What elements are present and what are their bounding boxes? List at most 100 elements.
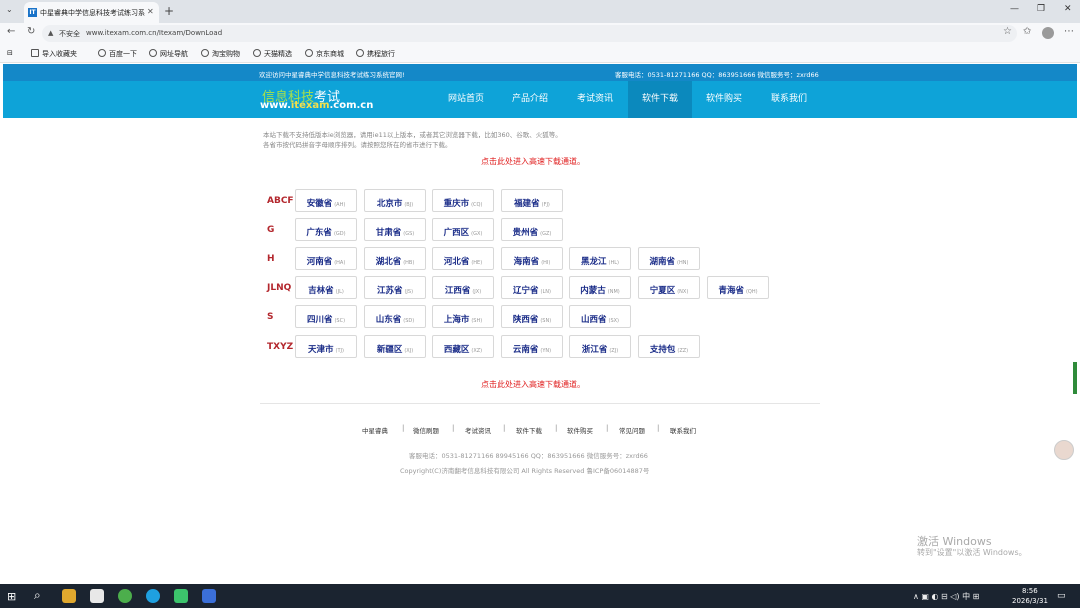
start-icon[interactable]: ⊞ (7, 590, 16, 603)
favorite-item[interactable]: 淘宝购物 (201, 49, 240, 59)
province-button[interactable]: 云南省 (YN) (501, 335, 563, 358)
profile-avatar[interactable] (1042, 27, 1054, 39)
wps-icon[interactable] (202, 589, 216, 603)
footer-link[interactable]: 常见问题 (619, 425, 645, 435)
province-button[interactable]: 天津市 (TJ) (295, 335, 357, 358)
edge-icon[interactable] (146, 589, 160, 603)
tab-actions-icon[interactable]: ⌄ (6, 5, 13, 14)
app-icon[interactable] (174, 589, 188, 603)
nav-purchase[interactable]: 软件购买 (692, 81, 756, 118)
province-button[interactable]: 贵州省 (GZ) (501, 218, 563, 241)
province-button[interactable]: 福建省 (FJ) (501, 189, 563, 212)
province-button[interactable]: 江苏省 (JS) (364, 276, 426, 299)
footer-link[interactable]: 中星睿典 (362, 425, 388, 435)
globe-icon (305, 49, 313, 57)
province-button[interactable]: 浙江省 (ZJ) (569, 335, 631, 358)
search-icon[interactable]: ⌕ (34, 588, 41, 603)
browser-notice: 本站下载不支持低版本ie浏览器，请用ie11以上版本，或者其它浏览器下载，比如3… (263, 131, 562, 139)
file-explorer-icon[interactable] (62, 589, 76, 603)
province-button[interactable]: 上海市 (SH) (432, 305, 494, 328)
browser-tab-bar (0, 0, 1080, 23)
maximize-button[interactable]: ❐ (1037, 4, 1045, 14)
tab-title: 中星睿典中学信息科技考试练习系 (40, 9, 145, 17)
close-tab-icon[interactable]: ✕ (147, 7, 154, 16)
favorites-icon[interactable]: ✩ (1023, 26, 1031, 37)
province-button[interactable]: 四川省 (SC) (295, 305, 357, 328)
footer-link[interactable]: 软件购买 (567, 425, 593, 435)
url-text: www.itexam.com.cn/Itexam/DownLoad (86, 29, 223, 37)
wechat-icon[interactable] (118, 589, 132, 603)
province-button[interactable]: 湖北省 (HB) (364, 247, 426, 270)
footer-link[interactable]: 联系我们 (670, 425, 696, 435)
favorite-item[interactable]: 京东商城 (305, 49, 344, 59)
favorite-item[interactable]: 天猫精选 (253, 49, 292, 59)
fast-download-link-bottom[interactable]: 点击此处进入高速下载通道。 (481, 379, 585, 390)
province-button[interactable]: 广西区 (GX) (432, 218, 494, 241)
store-icon[interactable] (90, 589, 104, 603)
more-menu-icon[interactable]: ⋯ (1064, 26, 1074, 37)
side-scroll-indicator[interactable] (1073, 362, 1077, 394)
nav-home[interactable]: 网站首页 (434, 81, 498, 118)
site-favicon-icon: IT (28, 8, 37, 17)
province-button[interactable]: 重庆市 (CQ) (432, 189, 494, 212)
province-button[interactable]: 西藏区 (XZ) (432, 335, 494, 358)
group-label: G (267, 225, 275, 235)
nav-download[interactable]: 软件下载 (628, 81, 692, 118)
province-button[interactable]: 青海省 (QH) (707, 276, 769, 299)
province-button[interactable]: 辽宁省 (LN) (501, 276, 563, 299)
province-button[interactable]: 新疆区 (XJ) (364, 335, 426, 358)
province-button[interactable]: 山东省 (SD) (364, 305, 426, 328)
reading-view-icon[interactable]: ⊟ (7, 49, 13, 57)
province-button[interactable]: 陕西省 (SN) (501, 305, 563, 328)
province-button[interactable]: 宁夏区 (NX) (638, 276, 700, 299)
favorite-item[interactable]: 携程旅行 (356, 49, 395, 59)
province-button[interactable]: 支持包 (ZZ) (638, 335, 700, 358)
site-logo-url[interactable]: www.itexam.com.cn (260, 100, 373, 111)
favorite-item[interactable]: 百度一下 (98, 49, 137, 59)
province-button[interactable]: 内蒙古 (NM) (569, 276, 631, 299)
province-button[interactable]: 吉林省 (JL) (295, 276, 357, 299)
favorite-item[interactable]: 网址导航 (149, 49, 188, 59)
refresh-icon[interactable]: ↻ (27, 26, 35, 37)
notification-icon[interactable]: ▭ (1057, 591, 1066, 601)
footer-link[interactable]: 考试资讯 (465, 425, 491, 435)
clock-date[interactable]: 2026/3/31 (1012, 597, 1048, 605)
footer-link[interactable]: 软件下载 (516, 425, 542, 435)
browser-tab[interactable]: IT 中星睿典中学信息科技考试练习系 ✕ (24, 2, 159, 23)
province-button[interactable]: 北京市 (BJ) (364, 189, 426, 212)
province-button[interactable]: 黑龙江 (HL) (569, 247, 631, 270)
favorite-star-icon[interactable]: ☆ (1003, 26, 1012, 37)
import-icon (31, 49, 39, 57)
nav-news[interactable]: 考试资讯 (563, 81, 627, 118)
province-button[interactable]: 广东省 (GD) (295, 218, 357, 241)
province-button[interactable]: 甘肃省 (GS) (364, 218, 426, 241)
favorites-bar: ⊟ 导入收藏夹 百度一下 网址导航 淘宝购物 天猫精选 京东商城 携程旅行 (0, 44, 1080, 63)
order-notice: 各省市按代码拼音字母顺序排列。请按照您所在的省市进行下载。 (263, 141, 452, 149)
province-button[interactable]: 湖南省 (HN) (638, 247, 700, 270)
system-tray[interactable]: ∧ ▣ ◐ ⊟ ◁) 中 ⊞ (913, 591, 979, 602)
footer-separator: | (657, 424, 660, 432)
favorite-item[interactable]: 导入收藏夹 (31, 49, 77, 59)
province-button[interactable]: 河南省 (HA) (295, 247, 357, 270)
group-label: TXYZ (267, 342, 294, 352)
province-button[interactable]: 安徽省 (AH) (295, 189, 357, 212)
url-field[interactable]: ▲ 不安全 www.itexam.com.cn/Itexam/DownLoad (42, 25, 1017, 42)
globe-icon (201, 49, 209, 57)
province-button[interactable]: 江西省 (JX) (432, 276, 494, 299)
footer-separator: | (503, 424, 506, 432)
new-tab-button[interactable]: + (164, 4, 174, 18)
customer-service-avatar[interactable] (1054, 440, 1074, 460)
province-button[interactable]: 山西省 (SX) (569, 305, 631, 328)
close-window-button[interactable]: ✕ (1064, 4, 1072, 14)
nav-products[interactable]: 产品介绍 (498, 81, 562, 118)
minimize-button[interactable]: — (1010, 4, 1019, 14)
footer-separator: | (452, 424, 455, 432)
province-button[interactable]: 海南省 (HI) (501, 247, 563, 270)
nav-contact[interactable]: 联系我们 (756, 81, 822, 118)
footer-separator: | (555, 424, 558, 432)
footer-link[interactable]: 微信刷题 (413, 425, 439, 435)
province-button[interactable]: 河北省 (HE) (432, 247, 494, 270)
back-icon[interactable]: ← (7, 26, 15, 37)
clock-time[interactable]: 8:56 (1022, 587, 1038, 595)
fast-download-link[interactable]: 点击此处进入高速下载通道。 (481, 156, 585, 167)
